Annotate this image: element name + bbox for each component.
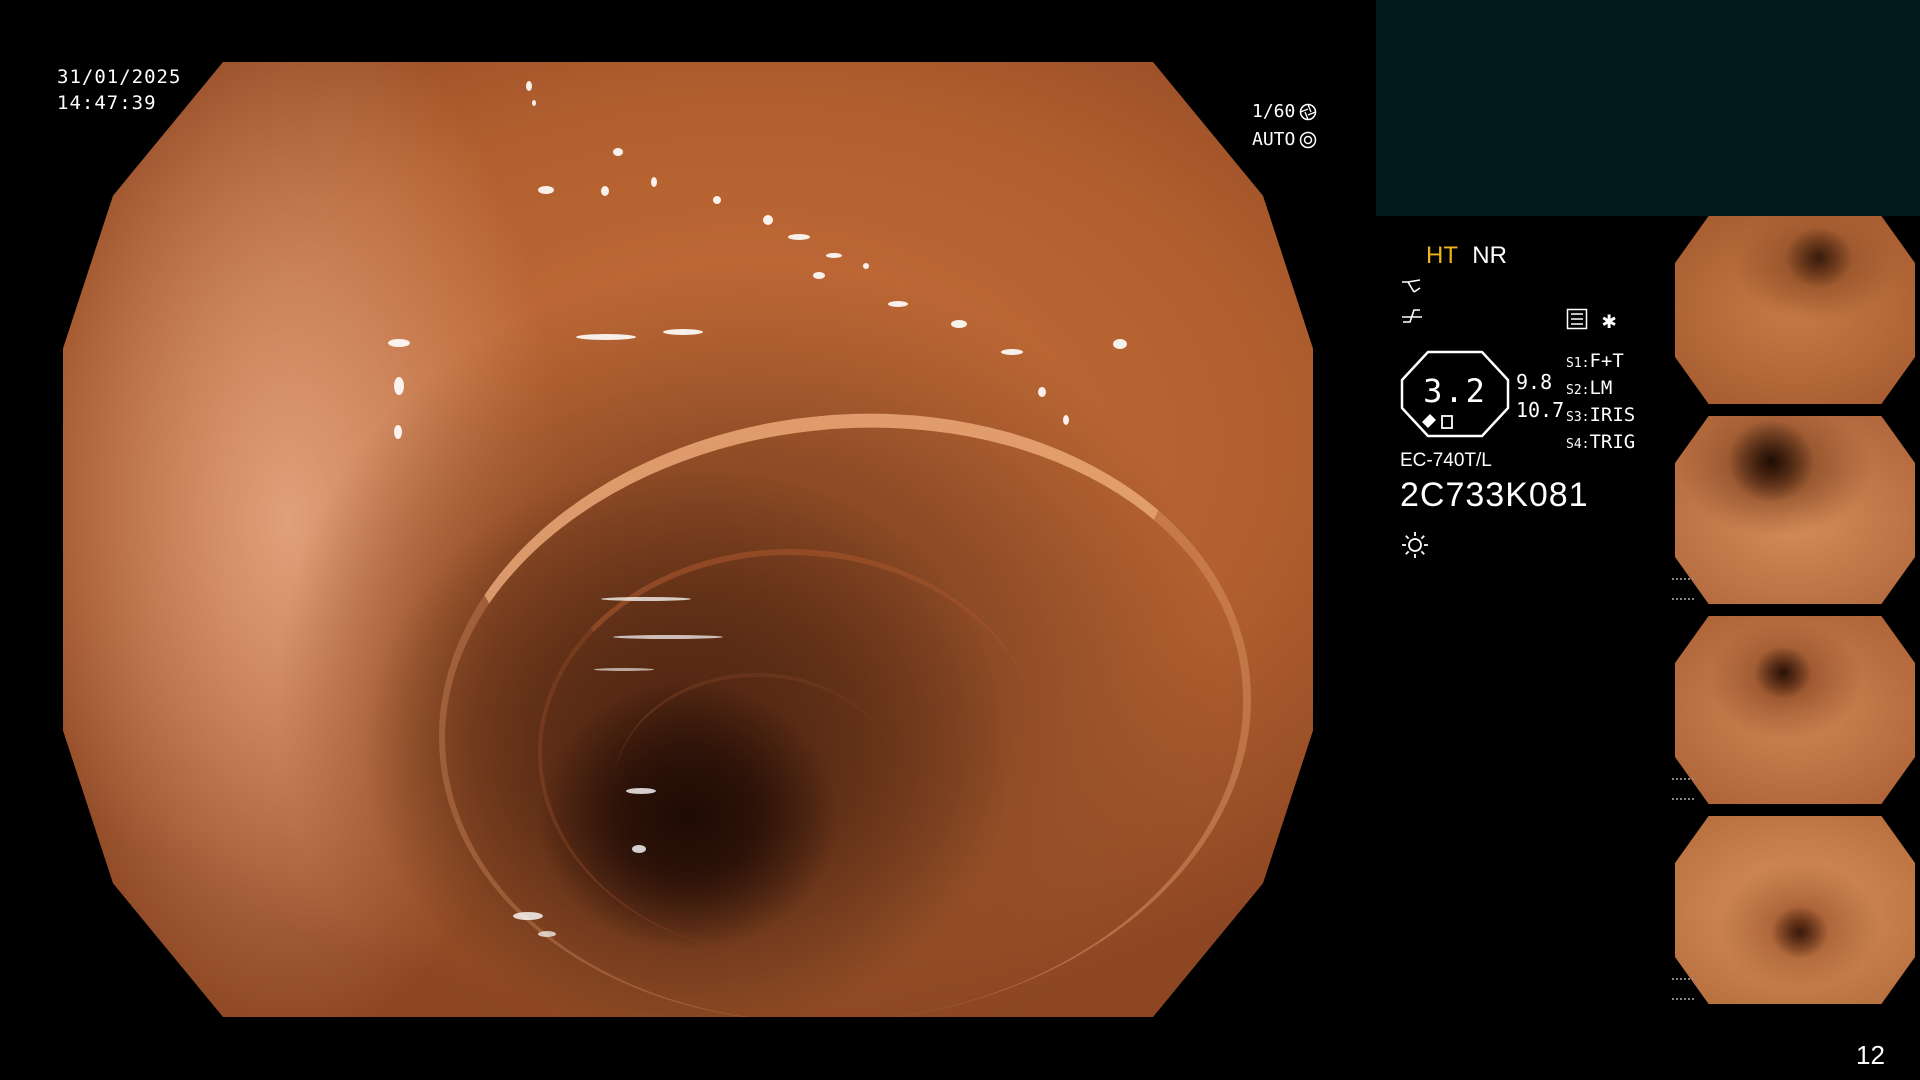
zoom-dial: 3.2 — [1400, 350, 1510, 438]
endoscopy-screen: 31/01/2025 14:47:39 1/60 AUTO HT NR ✱ 3.… — [0, 0, 1920, 1080]
reading-a: 9.8 — [1516, 370, 1553, 394]
captured-thumbnail[interactable] — [1672, 616, 1918, 804]
asterisk-icon: ✱ — [1602, 306, 1617, 334]
thumbnail-image — [1675, 216, 1915, 404]
endoscopic-live-view — [63, 62, 1313, 1017]
time-label: 14:47:39 — [57, 92, 157, 114]
tone-curve-icon — [1400, 276, 1424, 302]
thumbnail-image — [1675, 616, 1915, 804]
mode-nr-label: NR — [1472, 242, 1507, 269]
date-label: 31/01/2025 — [57, 66, 182, 88]
thumbnail-image — [1675, 416, 1915, 604]
switch-item: S4:TRIG — [1566, 431, 1636, 453]
thumbnail-image — [1675, 816, 1915, 1004]
thumbnail-caption-mark — [1672, 578, 1694, 600]
target-icon — [1299, 131, 1317, 149]
page-number: 12 — [1856, 1040, 1885, 1070]
switch-assignment-list: S1:F+T S2:LM S3:IRIS S4:TRIG — [1566, 349, 1635, 457]
datetime-overlay: 31/01/2025 14:47:39 — [57, 64, 181, 116]
exposure-overlay: 1/60 AUTO — [1252, 98, 1317, 154]
image-mode-row: HT NR — [1426, 242, 1507, 270]
captured-thumbnail[interactable] — [1672, 816, 1918, 1004]
info-header-panel — [1376, 0, 1920, 216]
sun-icon — [1400, 530, 1430, 564]
exposure-mode-label: AUTO — [1252, 129, 1296, 150]
switch-item: S2:LM — [1566, 377, 1613, 399]
zoom-value: 3.2 — [1423, 372, 1487, 410]
captured-thumbnail[interactable] — [1672, 416, 1918, 604]
settings-list-icon — [1566, 308, 1588, 334]
reading-b: 10.7 — [1516, 398, 1565, 422]
aperture-icon — [1299, 103, 1317, 121]
shutter-label: 1/60 — [1252, 101, 1296, 122]
switch-item: S3:IRIS — [1566, 404, 1636, 426]
enhance-icon — [1400, 306, 1424, 332]
switch-item: S1:F+T — [1566, 350, 1624, 372]
scope-model-label: EC-740T/L — [1400, 450, 1492, 471]
thumbnail-caption-mark — [1672, 778, 1694, 800]
captured-thumbnail[interactable] — [1672, 216, 1918, 404]
mode-ht-label: HT — [1426, 242, 1458, 269]
thumbnail-caption-mark — [1672, 978, 1694, 1000]
scope-serial-label: 2C733K081 — [1400, 476, 1589, 514]
processor-status-panel: HT NR ✱ 3.2 9.8 10.7 S1:F+T S2:LM S3:IRI… — [1398, 240, 1668, 580]
mucosal-fold-deep — [613, 673, 901, 906]
